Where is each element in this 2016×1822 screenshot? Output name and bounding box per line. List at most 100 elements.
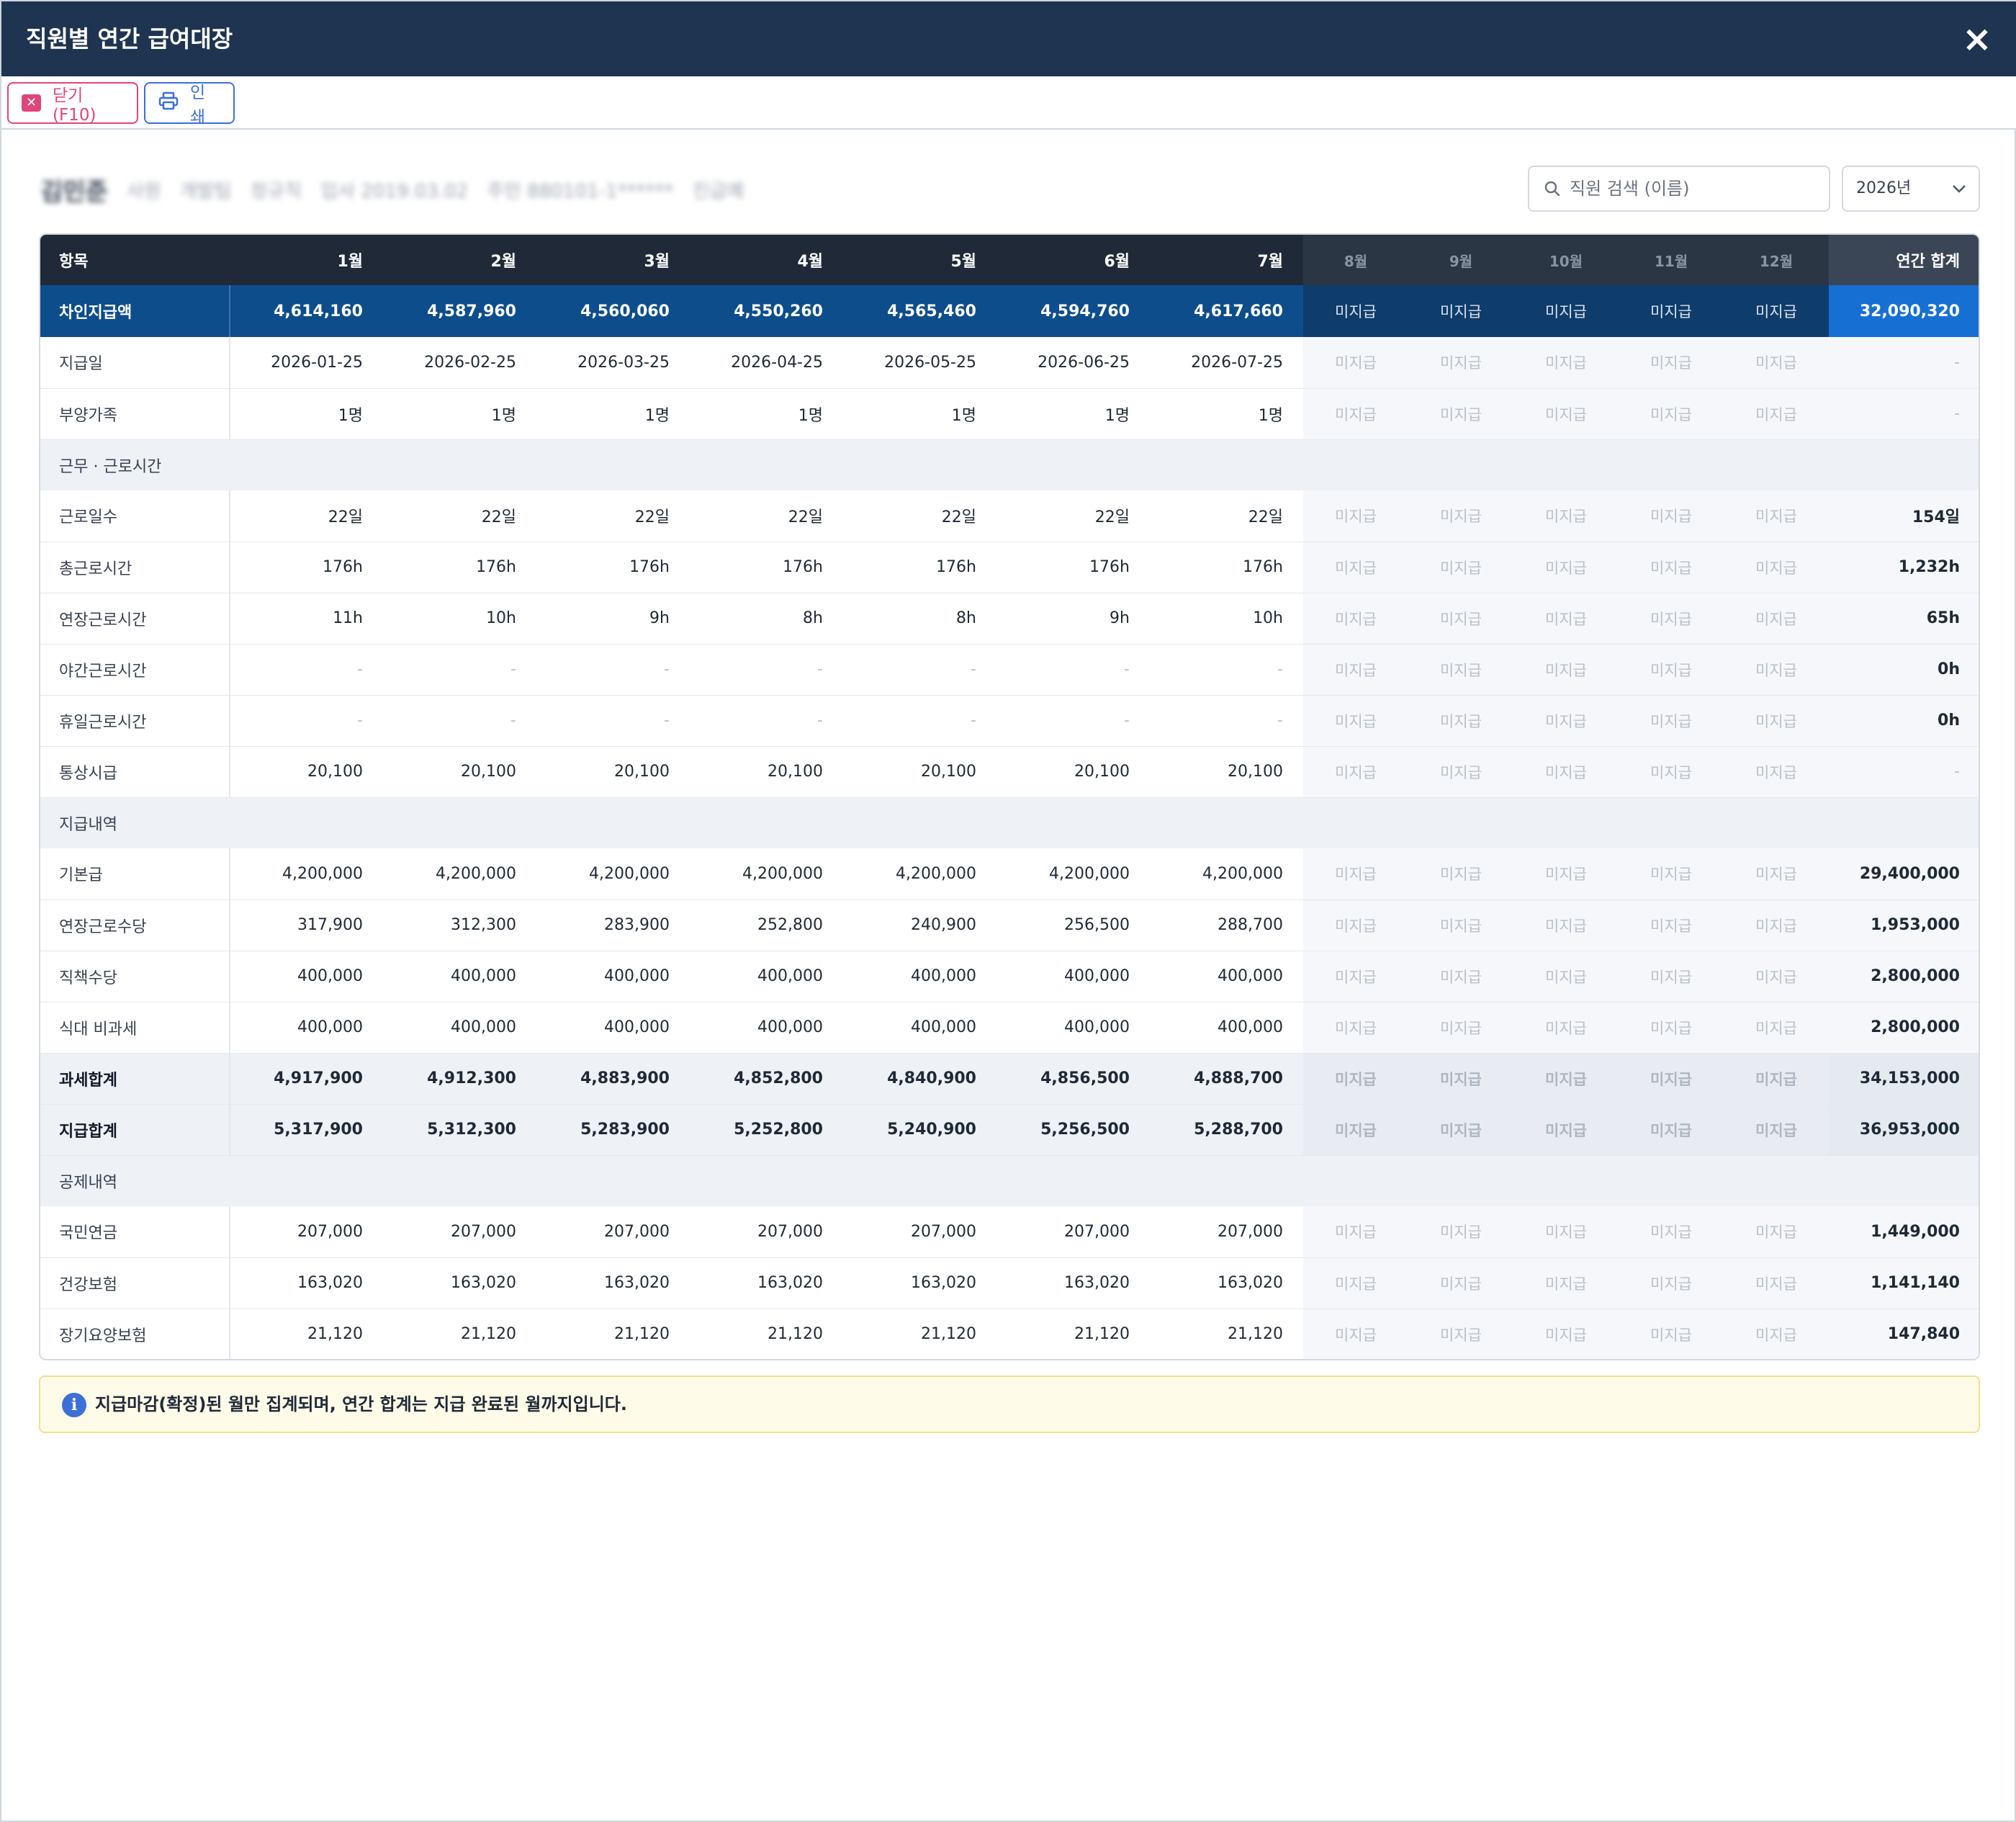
section-label: 근무 · 근로시간: [40, 439, 1979, 490]
cell-unpaid: 미지급: [1303, 388, 1408, 440]
cell-month-4: 2026-04-25: [690, 337, 843, 389]
cell-month-4: 22일: [690, 490, 843, 542]
cell-unpaid: 미지급: [1619, 337, 1724, 389]
section-row: 지급내역: [40, 797, 1979, 848]
notice-text: 지급마감(확정)된 월만 집계되며, 연간 합계는 지급 완료된 월까지입니다.: [95, 1394, 627, 1414]
section-label: 공제내역: [40, 1155, 1979, 1206]
cell-unpaid: 미지급: [1408, 542, 1513, 593]
cell-month-5: 5,240,900: [843, 1104, 996, 1156]
cell-month-3: 283,900: [536, 899, 690, 951]
subtotal-row: 과세합계 4,917,900 4,912,300 4,883,900 4,852,800…: [40, 1053, 1979, 1105]
row-label: 연장근로시간: [40, 593, 230, 645]
table-row: 국민연금 207,000 207,000 207,000 207,000 207,000 2…: [40, 1206, 1979, 1258]
cell-month-3: 2026-03-25: [536, 337, 690, 389]
cell-month-3: -: [536, 644, 690, 696]
cell-month-3: 400,000: [536, 1002, 690, 1054]
cell-unpaid: 미지급: [1724, 746, 1829, 798]
cell-month-7: 10h: [1150, 593, 1303, 645]
cell-month-7: 400,000: [1150, 951, 1303, 1002]
cell-unpaid: 미지급: [1408, 388, 1513, 440]
cell-month-5: 21,120: [843, 1309, 996, 1359]
search-input[interactable]: [1570, 173, 1822, 205]
cell-month-5: 207,000: [843, 1206, 996, 1258]
cell-month-1: 317,900: [230, 899, 383, 951]
printer-icon: [158, 91, 179, 115]
employee-type: 정규직: [250, 180, 302, 202]
search-icon: [1544, 180, 1561, 200]
cell-unpaid: 미지급: [1408, 490, 1513, 542]
table-row: 휴일근로시간 - - - - - - - 미지급 미지급 미지급 미지급 미지급 0h: [40, 695, 1979, 747]
row-label: 지급일: [40, 337, 230, 389]
payroll-dialog: 직원별 연간 급여대장 × ✕ 닫기(F10) 인쇄 김민준 사원 개발팀 정규…: [0, 0, 2016, 1822]
cell-unpaid: 미지급: [1619, 1104, 1724, 1156]
table-row: 식대 비과세 400,000 400,000 400,000 400,000 400,00…: [40, 1002, 1979, 1054]
header-month-5: 5월: [843, 235, 996, 285]
cell-month-5: 4,840,900: [843, 1053, 996, 1105]
cell-month-7: 4,888,700: [1150, 1053, 1303, 1105]
cell-month-2: 1명: [383, 388, 536, 440]
cell-unpaid: 미지급: [1513, 1206, 1619, 1258]
cell-unpaid: 미지급: [1303, 1257, 1408, 1309]
print-button[interactable]: 인쇄: [144, 82, 235, 127]
cell-month-2: 22일: [383, 490, 536, 542]
year-select[interactable]: 2026년: [1842, 166, 1980, 212]
cell-unpaid: 미지급: [1724, 1309, 1829, 1359]
cell-month-1: 20,100: [230, 746, 383, 798]
cell-month-4: 20,100: [690, 746, 843, 798]
cell-month-7: 5,288,700: [1150, 1104, 1303, 1156]
row-label: 연장근로수당: [40, 899, 230, 951]
cell-unpaid: 미지급: [1408, 1053, 1513, 1105]
payroll-table: 항목 1월 2월 3월 4월 5월 6월 7월 8월 9월 10월 11월 12월 연간 합계 차인지급액…: [40, 235, 1979, 1359]
cell-unpaid: 미지급: [1513, 1104, 1619, 1156]
close-icon[interactable]: ×: [1958, 20, 1996, 58]
cell-month-7: 1명: [1150, 388, 1303, 440]
cell-unpaid: 미지급: [1303, 644, 1408, 696]
cell-month-4: 1명: [690, 388, 843, 440]
row-label: 총근로시간: [40, 542, 230, 593]
cell-unpaid: 미지급: [1619, 848, 1724, 900]
cell-month-2: 400,000: [383, 951, 536, 1002]
section-row: 근무 · 근로시간: [40, 439, 1979, 490]
header-month-4: 4월: [690, 235, 843, 285]
cell-month-5: 8h: [843, 593, 996, 645]
payroll-table-container[interactable]: 항목 1월 2월 3월 4월 5월 6월 7월 8월 9월 10월 11월 12월 연간 합계 차인지급액…: [39, 233, 1980, 1360]
cell-month-7: 176h: [1150, 542, 1303, 593]
cell-unpaid: 미지급: [1724, 951, 1829, 1002]
cell-month-3: 9h: [536, 593, 690, 645]
cell-unpaid: 미지급: [1724, 593, 1829, 645]
cell-month-2: 10h: [383, 593, 536, 645]
cell-unpaid: 미지급: [1619, 542, 1724, 593]
cell-unpaid: 미지급: [1724, 899, 1829, 951]
table-row: 연장근로수당 317,900 312,300 283,900 252,800 240,90…: [40, 899, 1979, 951]
cell-month-4: 207,000: [690, 1206, 843, 1258]
header-month-6: 6월: [996, 235, 1150, 285]
cell-unpaid: 미지급: [1724, 337, 1829, 389]
cell-unpaid: 미지급: [1724, 490, 1829, 542]
row-label: 차인지급액: [40, 285, 230, 337]
cell-unpaid: 미지급: [1619, 285, 1724, 337]
cell-month-3: 400,000: [536, 951, 690, 1002]
cell-month-7: 22일: [1150, 490, 1303, 542]
cell-unpaid: 미지급: [1724, 1206, 1829, 1258]
employee-position: 사원: [126, 180, 161, 202]
cell-month-6: 20,100: [996, 746, 1150, 798]
cell-unpaid: 미지급: [1513, 337, 1619, 389]
cell-month-2: 176h: [383, 542, 536, 593]
cell-unpaid: 미지급: [1303, 695, 1408, 747]
cell-unpaid: 미지급: [1619, 951, 1724, 1002]
cell-unpaid: 미지급: [1513, 1257, 1619, 1309]
cell-month-4: 4,200,000: [690, 848, 843, 900]
cell-month-5: 400,000: [843, 1002, 996, 1054]
cell-month-1: 21,120: [230, 1309, 383, 1359]
cell-month-1: 11h: [230, 593, 383, 645]
cell-month-2: 207,000: [383, 1206, 536, 1258]
cell-unpaid: 미지급: [1513, 1002, 1619, 1054]
cell-month-6: 256,500: [996, 899, 1150, 951]
cell-unpaid: 미지급: [1408, 746, 1513, 798]
cell-month-1: 4,200,000: [230, 848, 383, 900]
cell-month-5: 4,200,000: [843, 848, 996, 900]
cell-month-5: 20,100: [843, 746, 996, 798]
header-item: 항목: [40, 235, 230, 285]
cell-month-6: 2026-06-25: [996, 337, 1150, 389]
close-button[interactable]: ✕ 닫기(F10): [7, 82, 138, 125]
